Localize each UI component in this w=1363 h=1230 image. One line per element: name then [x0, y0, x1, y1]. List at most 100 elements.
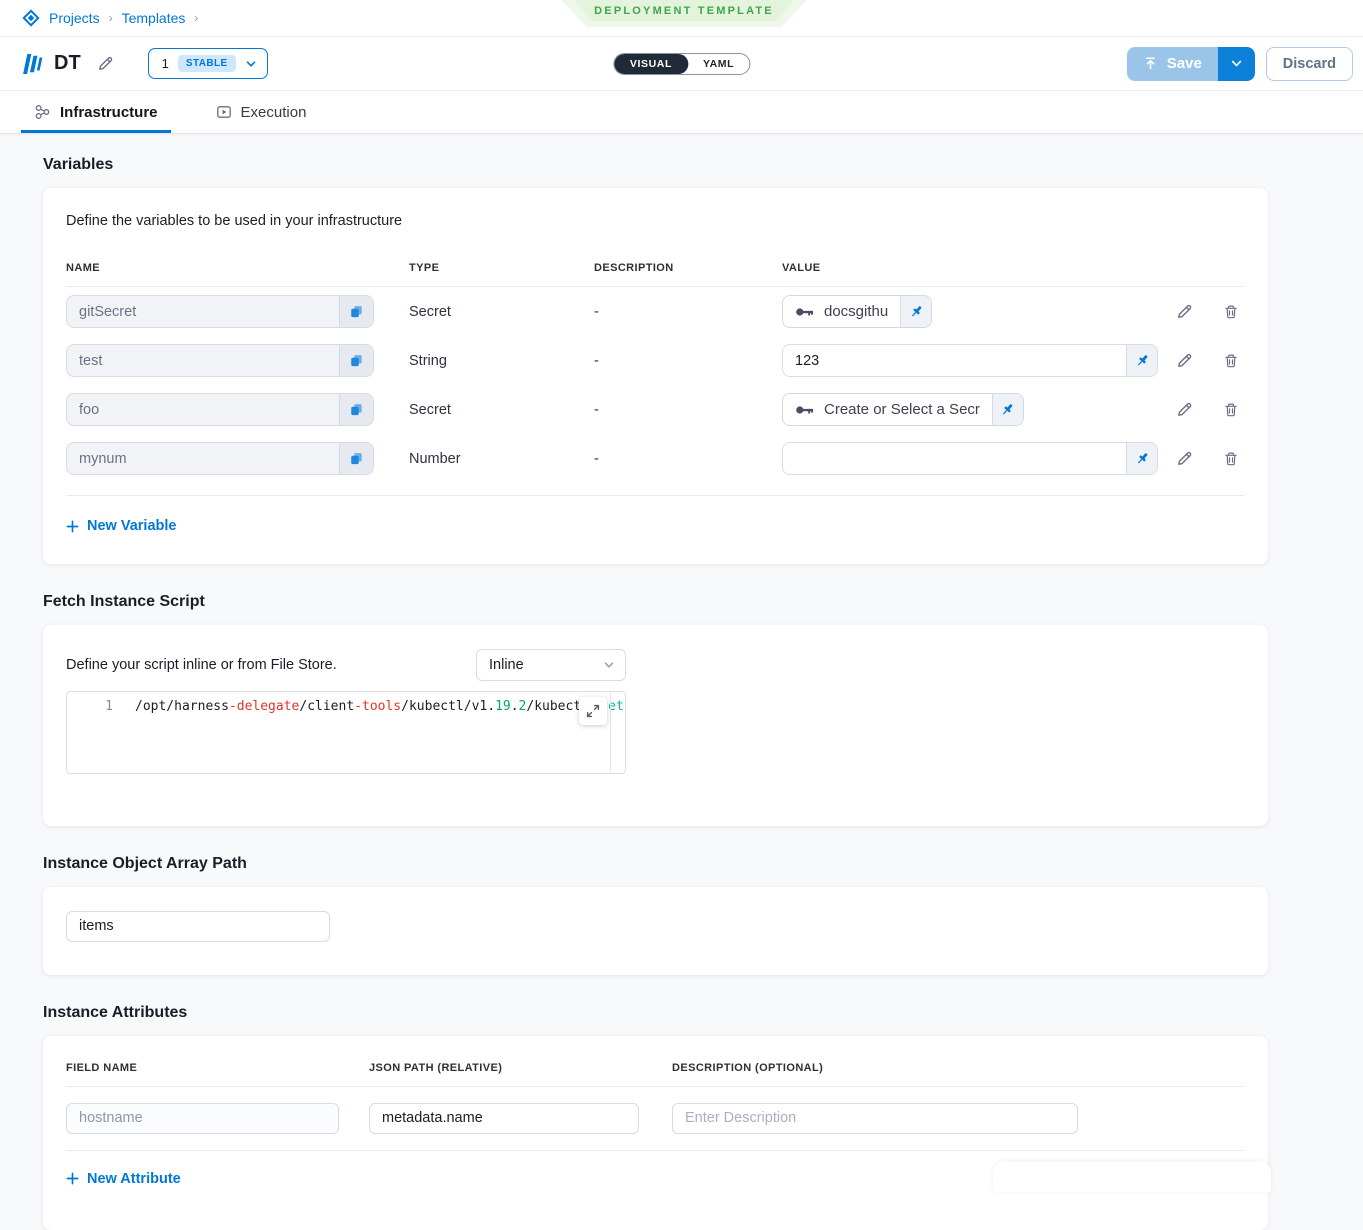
- variable-name-input[interactable]: [67, 296, 339, 327]
- upload-icon: [1143, 56, 1158, 71]
- breadcrumb-separator: ›: [194, 11, 198, 25]
- edit-variable-button[interactable]: [1176, 401, 1193, 418]
- tab-bar: Infrastructure Execution: [0, 91, 1363, 134]
- copy-button[interactable]: [339, 345, 373, 376]
- variable-description: -: [594, 402, 782, 418]
- table-row: [66, 1087, 1245, 1151]
- variable-value-field: [782, 442, 1158, 475]
- execution-icon: [216, 104, 232, 120]
- template-type-badge: DEPLOYMENT TEMPLATE: [561, 0, 807, 27]
- column-header-description-optional: DESCRIPTION (OPTIONAL): [672, 1062, 1245, 1074]
- template-type-badge-label: DEPLOYMENT TEMPLATE: [574, 0, 794, 21]
- attribute-description-input[interactable]: [672, 1103, 1078, 1134]
- script-code-editor[interactable]: 1 /opt/harness-delegate/client-tools/kub…: [66, 691, 626, 774]
- variable-name-input[interactable]: [67, 345, 339, 376]
- table-row: Number -: [66, 434, 1245, 483]
- key-icon: [795, 306, 815, 318]
- script-source-value: Inline: [489, 657, 524, 673]
- breadcrumb-projects[interactable]: Projects: [49, 10, 100, 26]
- tab-execution[interactable]: Execution: [203, 91, 320, 133]
- pin-button[interactable]: [900, 296, 931, 327]
- expand-editor-button[interactable]: [579, 697, 607, 725]
- new-variable-label: New Variable: [87, 518, 176, 534]
- secret-placeholder: Create or Select a Secr: [824, 401, 980, 418]
- page-title: DT: [54, 52, 81, 75]
- script-description: Define your script inline or from File S…: [66, 657, 337, 673]
- variables-description: Define the variables to be used in your …: [66, 213, 1245, 229]
- variable-type: Number: [409, 451, 594, 467]
- floating-panel: [993, 1162, 1271, 1192]
- top-bar: Projects › Templates › DEPLOYMENT TEMPLA…: [0, 0, 1363, 37]
- template-library-icon: [20, 51, 46, 77]
- copy-button[interactable]: [339, 296, 373, 327]
- pin-icon: [1135, 353, 1150, 368]
- variable-value-input[interactable]: [783, 345, 1126, 376]
- pin-button[interactable]: [992, 394, 1023, 425]
- delete-variable-button[interactable]: [1223, 303, 1239, 320]
- delete-variable-button[interactable]: [1223, 450, 1239, 467]
- chevron-down-icon: [245, 58, 257, 70]
- attributes-section-title: Instance Attributes: [43, 1004, 1363, 1022]
- save-options-button[interactable]: [1218, 47, 1255, 81]
- variable-name-input[interactable]: [67, 394, 339, 425]
- new-attribute-button[interactable]: New Attribute: [66, 1171, 181, 1187]
- chevron-down-icon: [1230, 57, 1243, 70]
- tab-infrastructure[interactable]: Infrastructure: [21, 91, 171, 133]
- attribute-json-path-input[interactable]: [369, 1103, 639, 1134]
- table-row: Secret - Create or Select a Secr: [66, 385, 1245, 434]
- pin-icon: [1000, 402, 1015, 417]
- infrastructure-icon: [34, 104, 51, 120]
- attribute-field-name-input[interactable]: [66, 1103, 339, 1134]
- variable-value-field: [782, 344, 1158, 377]
- pin-button[interactable]: [1126, 443, 1157, 474]
- secret-selector[interactable]: Create or Select a Secr: [782, 393, 1024, 426]
- breadcrumb-separator: ›: [109, 11, 113, 25]
- variables-card: Define the variables to be used in your …: [43, 188, 1268, 564]
- save-button[interactable]: Save: [1127, 47, 1218, 81]
- breadcrumb-templates[interactable]: Templates: [122, 10, 186, 26]
- version-selector[interactable]: 1 STABLE: [148, 48, 268, 79]
- copy-button[interactable]: [339, 443, 373, 474]
- plus-icon: [66, 1172, 79, 1185]
- toggle-yaml[interactable]: YAML: [688, 55, 749, 73]
- script-source-select[interactable]: Inline: [476, 649, 626, 681]
- edit-variable-button[interactable]: [1176, 450, 1193, 467]
- column-header-name: NAME: [66, 262, 409, 274]
- save-split-button: Save: [1127, 47, 1255, 81]
- secret-selector[interactable]: docsgithu: [782, 295, 932, 328]
- visual-yaml-toggle[interactable]: VISUAL YAML: [613, 53, 750, 75]
- attributes-card: FIELD NAME JSON PATH (RELATIVE) DESCRIPT…: [43, 1036, 1268, 1230]
- delete-variable-button[interactable]: [1223, 352, 1239, 369]
- edit-variable-button[interactable]: [1176, 352, 1193, 369]
- variable-value-input[interactable]: [783, 443, 1126, 474]
- edit-name-button[interactable]: [97, 55, 114, 72]
- copy-button[interactable]: [339, 394, 373, 425]
- table-row: String -: [66, 336, 1245, 385]
- new-variable-button[interactable]: New Variable: [66, 518, 176, 534]
- variable-name-field: [66, 393, 374, 426]
- attributes-table-header: FIELD NAME JSON PATH (RELATIVE) DESCRIPT…: [66, 1062, 1245, 1087]
- delete-variable-button[interactable]: [1223, 401, 1239, 418]
- fetch-script-section-title: Fetch Instance Script: [43, 593, 1363, 611]
- variable-name-input[interactable]: [67, 443, 339, 474]
- pin-button[interactable]: [1126, 345, 1157, 376]
- tab-label: Infrastructure: [60, 104, 158, 121]
- discard-button[interactable]: Discard: [1266, 47, 1353, 81]
- version-stable-badge: STABLE: [178, 55, 236, 72]
- secret-name: docsgithu: [824, 303, 888, 320]
- version-number: 1: [162, 56, 169, 71]
- column-header-value: VALUE: [782, 262, 1158, 274]
- pin-icon: [1135, 451, 1150, 466]
- breadcrumb: Projects › Templates ›: [22, 9, 198, 27]
- code-line-number: 1: [67, 699, 113, 714]
- column-header-type: TYPE: [409, 262, 594, 274]
- array-path-section-title: Instance Object Array Path: [43, 855, 1363, 873]
- edit-variable-button[interactable]: [1176, 303, 1193, 320]
- editor-scrollbar[interactable]: [610, 692, 611, 773]
- variable-type: String: [409, 353, 594, 369]
- array-path-input[interactable]: [66, 911, 330, 942]
- column-header-description: DESCRIPTION: [594, 262, 782, 274]
- table-row: Secret - docsgithu: [66, 287, 1245, 336]
- toggle-visual[interactable]: VISUAL: [614, 54, 688, 74]
- pin-icon: [909, 304, 924, 319]
